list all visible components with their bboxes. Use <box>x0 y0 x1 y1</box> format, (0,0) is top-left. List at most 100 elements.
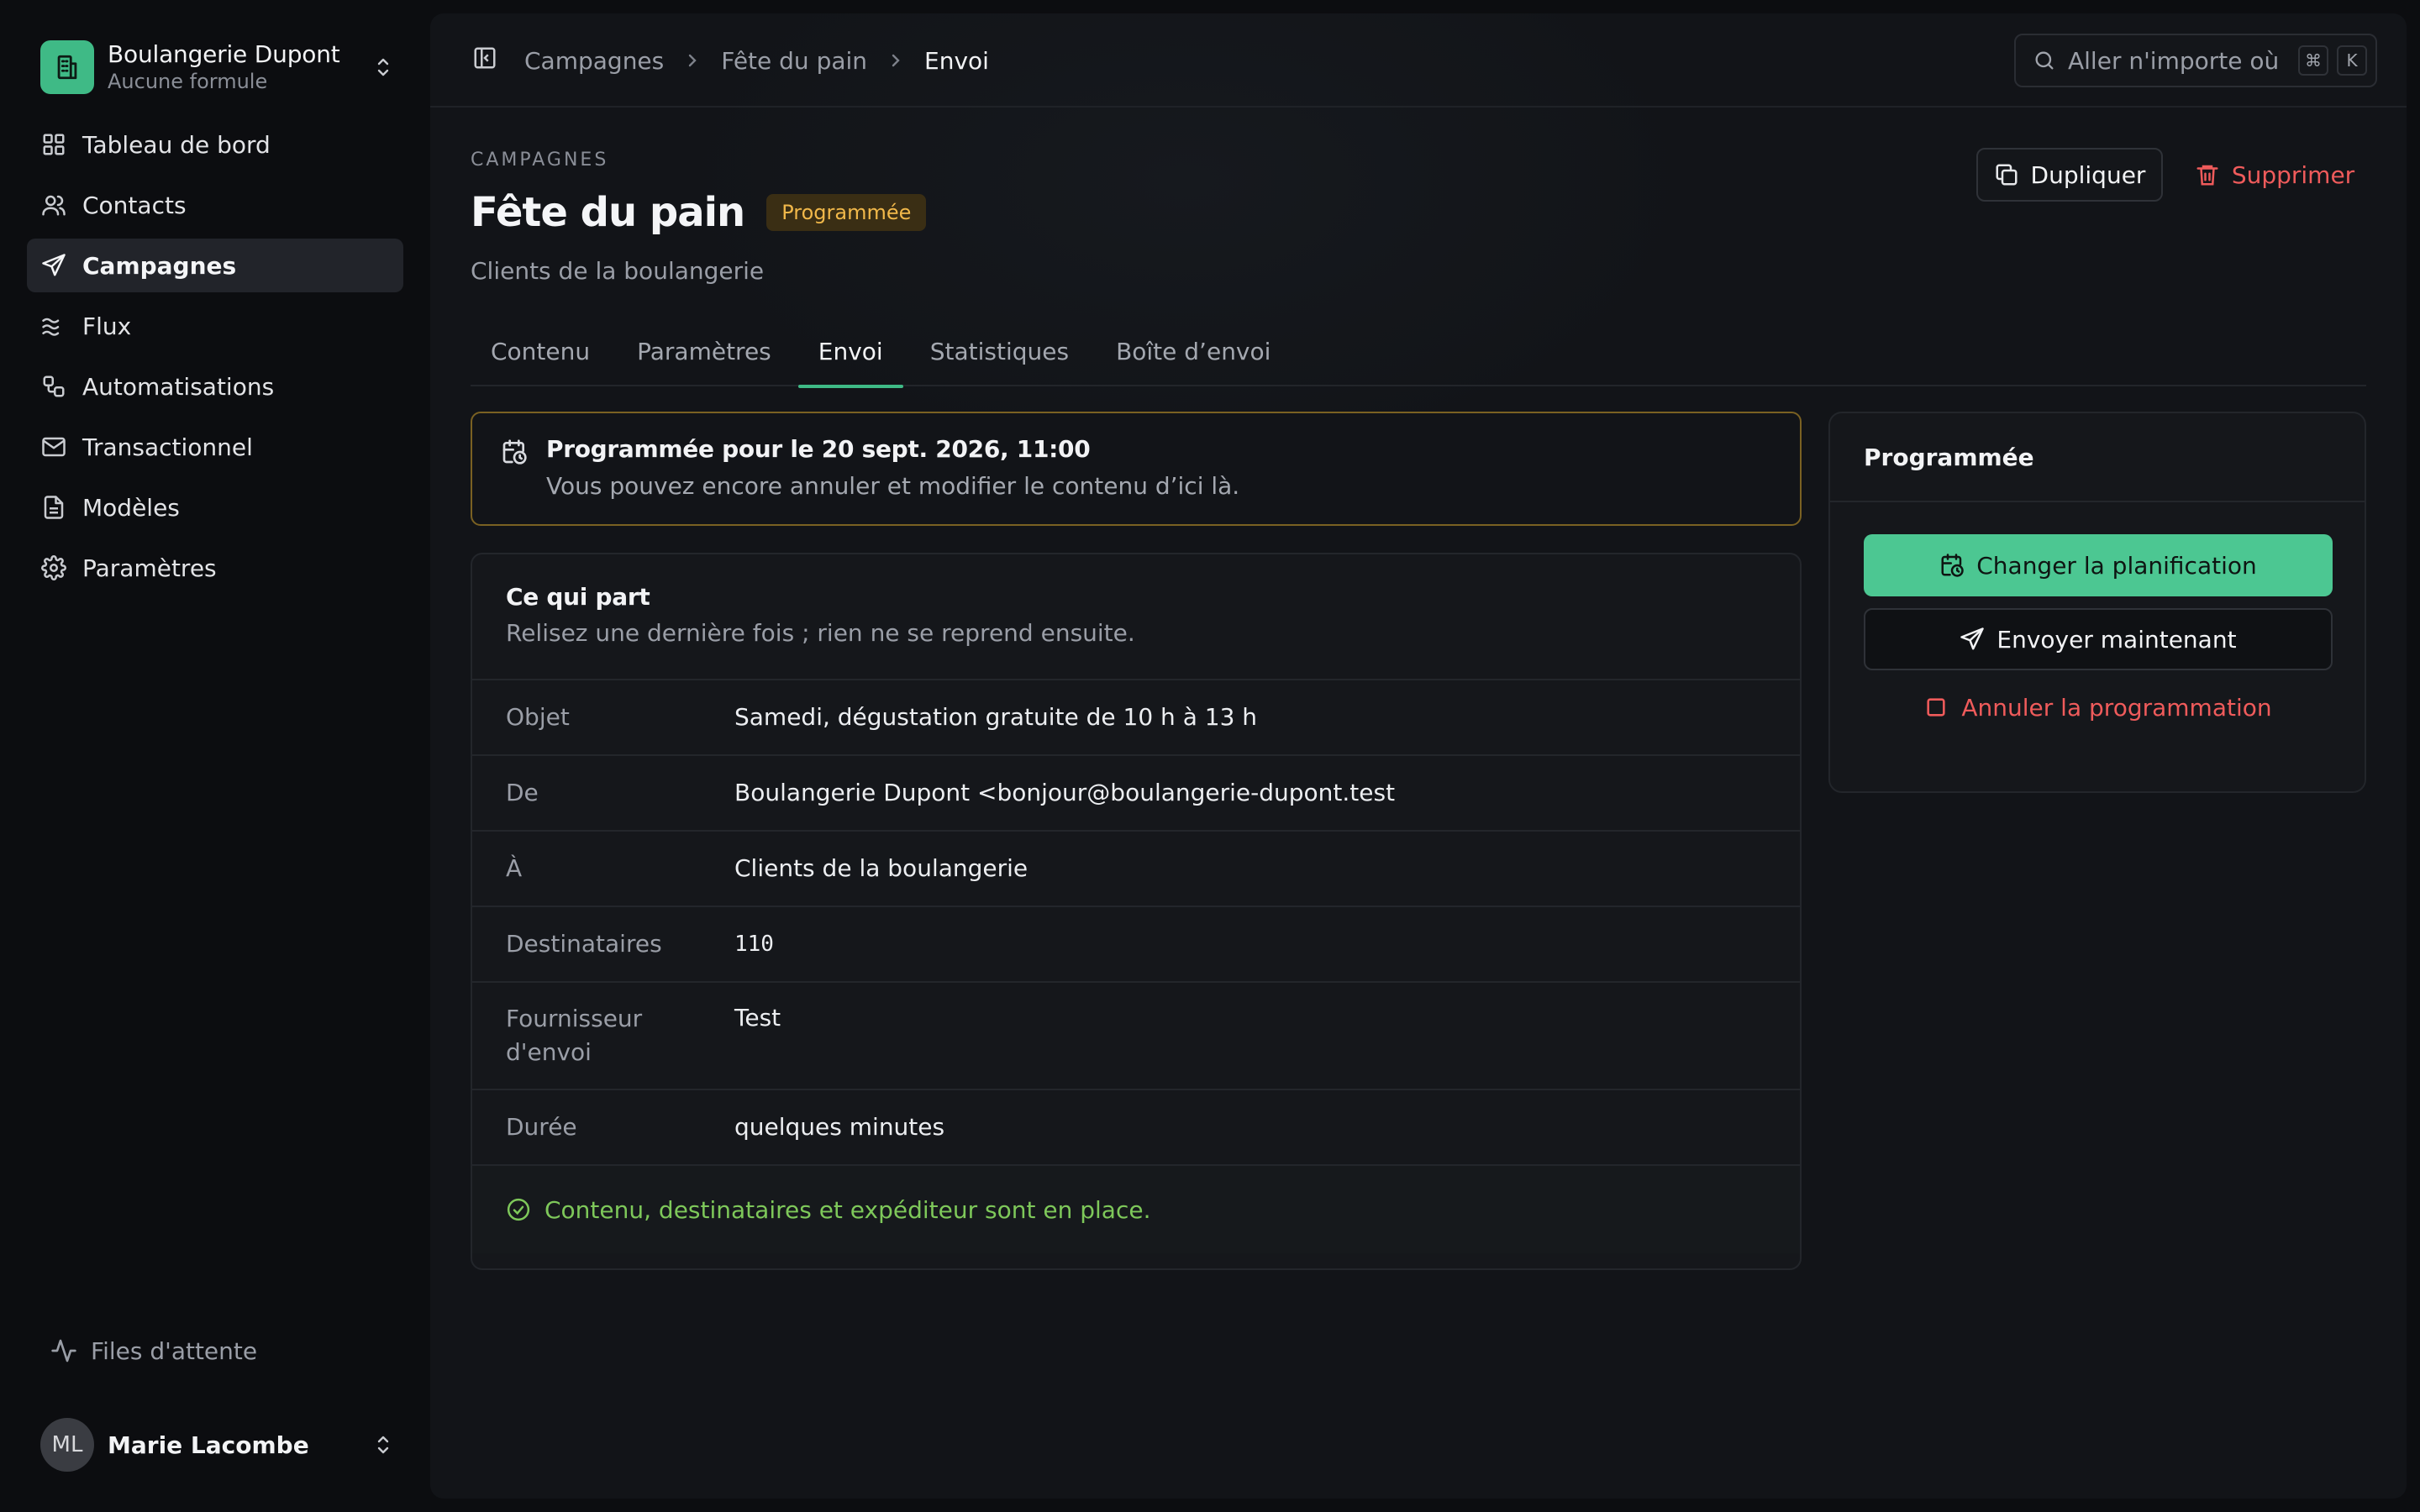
check-circle-icon <box>506 1197 531 1222</box>
nav-item-campaigns[interactable]: Campagnes <box>27 239 403 292</box>
waves-icon <box>39 311 69 341</box>
tab-statistics[interactable]: Statistiques <box>910 321 1089 386</box>
send-icon <box>39 250 69 281</box>
activity-icon <box>50 1337 77 1364</box>
summary-title: Ce qui part <box>506 583 650 611</box>
summary-row-provider: Fournisseur d'envoi Test <box>472 983 1800 1090</box>
summary-card: Ce qui part Relisez une dernière fois ; … <box>471 553 1802 1270</box>
sidebar: Boulangerie Dupont Aucune formule Tablea… <box>0 0 430 1512</box>
alert-text: Vous pouvez encore annuler et modifier l… <box>546 472 1240 500</box>
nav-label: Paramètres <box>82 554 217 582</box>
nav-label: Flux <box>82 312 132 340</box>
summary-row-from: De Boulangerie Dupont <bonjour@boulanger… <box>472 756 1800 832</box>
users-icon <box>39 190 69 220</box>
chevrons-up-down-icon <box>370 54 397 81</box>
row-key: Destinataires <box>506 930 662 958</box>
copy-icon <box>1994 162 2019 187</box>
tab-outbox[interactable]: Boîte d’envoi <box>1096 321 1291 386</box>
send-now-label: Envoyer maintenant <box>1996 625 2237 654</box>
nav-label: Campagnes <box>82 251 237 280</box>
summary-check: Contenu, destinataires et expéditeur son… <box>472 1166 1800 1253</box>
delete-button[interactable]: Supprimer <box>2186 148 2363 202</box>
row-value: 110 <box>734 932 774 957</box>
nav-item-settings[interactable]: Paramètres <box>27 541 403 595</box>
summary-header: Ce qui part Relisez une dernière fois ; … <box>472 554 1800 680</box>
queues-label: Files d'attente <box>91 1336 258 1365</box>
queues-link[interactable]: Files d'attente <box>50 1326 257 1376</box>
page-title: Fête du pain <box>471 189 745 236</box>
row-value: quelques minutes <box>734 1113 945 1141</box>
cancel-schedule-button[interactable]: Annuler la programmation <box>1864 684 2333 731</box>
row-key: À <box>506 854 523 882</box>
org-name: Boulangerie Dupont <box>108 40 340 68</box>
schedule-title: Programmée <box>1830 413 2365 502</box>
nav-label: Automatisations <box>82 372 275 401</box>
row-value: Clients de la boulangerie <box>734 854 1028 882</box>
status-badge: Programmée <box>766 194 927 231</box>
sidebar-toggle-icon[interactable] <box>472 45 502 76</box>
nav-item-transactional[interactable]: Transactionnel <box>27 420 403 474</box>
kbd-k: K <box>2337 45 2367 76</box>
row-key: Durée <box>506 1113 577 1141</box>
breadcrumb-current: Envoi <box>924 46 989 75</box>
org-plan: Aucune formule <box>108 70 268 93</box>
alert-title: Programmée pour le 20 sept. 2026, 11:00 <box>546 435 1091 463</box>
kbd-command: ⌘ <box>2298 45 2328 76</box>
summary-subtitle: Relisez une dernière fois ; rien ne se r… <box>506 619 1135 647</box>
breadcrumb: Campagnes Fête du pain Envoi <box>524 44 989 77</box>
summary-row-duration: Durée quelques minutes <box>472 1090 1800 1166</box>
summary-row-recipients: Destinataires 110 <box>472 907 1800 983</box>
top-bar: Campagnes Fête du pain Envoi Aller n'imp… <box>430 13 2407 108</box>
change-schedule-button[interactable]: Changer la planification <box>1864 534 2333 596</box>
send-icon <box>1960 627 1985 652</box>
row-value: Test <box>734 1004 781 1032</box>
cancel-schedule-label: Annuler la programmation <box>1961 693 2272 722</box>
file-text-icon <box>39 492 69 522</box>
duplicate-button[interactable]: Dupliquer <box>1976 148 2163 202</box>
breadcrumb-campaigns[interactable]: Campagnes <box>524 47 664 75</box>
summary-row-to: À Clients de la boulangerie <box>472 832 1800 907</box>
change-schedule-label: Changer la planification <box>1976 551 2257 580</box>
row-key: Objet <box>506 703 570 731</box>
gear-icon <box>39 553 69 583</box>
dashboard-icon <box>39 129 69 160</box>
row-key: Fournisseur d'envoi <box>506 1005 643 1066</box>
nav-item-dashboard[interactable]: Tableau de bord <box>27 118 403 171</box>
main-panel: Campagnes Fête du pain Envoi Aller n'imp… <box>430 13 2407 1499</box>
search-input[interactable]: Aller n'importe où ⌘ K <box>2014 34 2377 87</box>
mail-icon <box>39 432 69 462</box>
send-now-button[interactable]: Envoyer maintenant <box>1864 608 2333 670</box>
chevron-right-icon <box>686 52 699 69</box>
check-text: Contenu, destinataires et expéditeur son… <box>544 1195 1151 1224</box>
user-name: Marie Lacombe <box>108 1431 309 1459</box>
row-key: De <box>506 779 539 806</box>
nav-label: Tableau de bord <box>82 130 271 159</box>
delete-label: Supprimer <box>2231 160 2355 189</box>
schedule-panel: Programmée Changer la planification Envo… <box>1828 412 2366 793</box>
breadcrumb-campaign[interactable]: Fête du pain <box>721 47 867 75</box>
nav-item-contacts[interactable]: Contacts <box>27 178 403 232</box>
nav-label: Contacts <box>82 191 187 219</box>
avatar: ML <box>40 1418 94 1472</box>
trash-icon <box>2195 162 2220 187</box>
nav-label: Transactionnel <box>82 433 253 461</box>
calendar-clock-icon <box>501 438 528 465</box>
tab-send[interactable]: Envoi <box>797 321 903 388</box>
title-row: Fête du pain Programmée <box>471 186 927 239</box>
nav-label: Modèles <box>82 493 180 522</box>
nav-item-flows[interactable]: Flux <box>27 299 403 353</box>
row-value: Samedi, dégustation gratuite de 10 h à 1… <box>734 703 1258 731</box>
org-switcher[interactable]: Boulangerie Dupont Aucune formule <box>40 37 397 97</box>
nav-item-templates[interactable]: Modèles <box>27 480 403 534</box>
tab-settings[interactable]: Paramètres <box>617 321 792 386</box>
page-subtitle: Clients de la boulangerie <box>471 257 765 285</box>
row-value: Boulangerie Dupont <bonjour@boulangerie-… <box>734 779 1396 806</box>
nav-item-automations[interactable]: Automatisations <box>27 360 403 413</box>
calendar-clock-icon <box>1939 553 1965 578</box>
search-placeholder: Aller n'importe où <box>2068 46 2280 75</box>
duplicate-label: Dupliquer <box>2030 160 2146 189</box>
user-menu[interactable]: ML Marie Lacombe <box>40 1418 397 1472</box>
building-icon <box>40 40 94 94</box>
tab-content[interactable]: Contenu <box>471 321 610 386</box>
search-icon <box>2033 49 2056 72</box>
